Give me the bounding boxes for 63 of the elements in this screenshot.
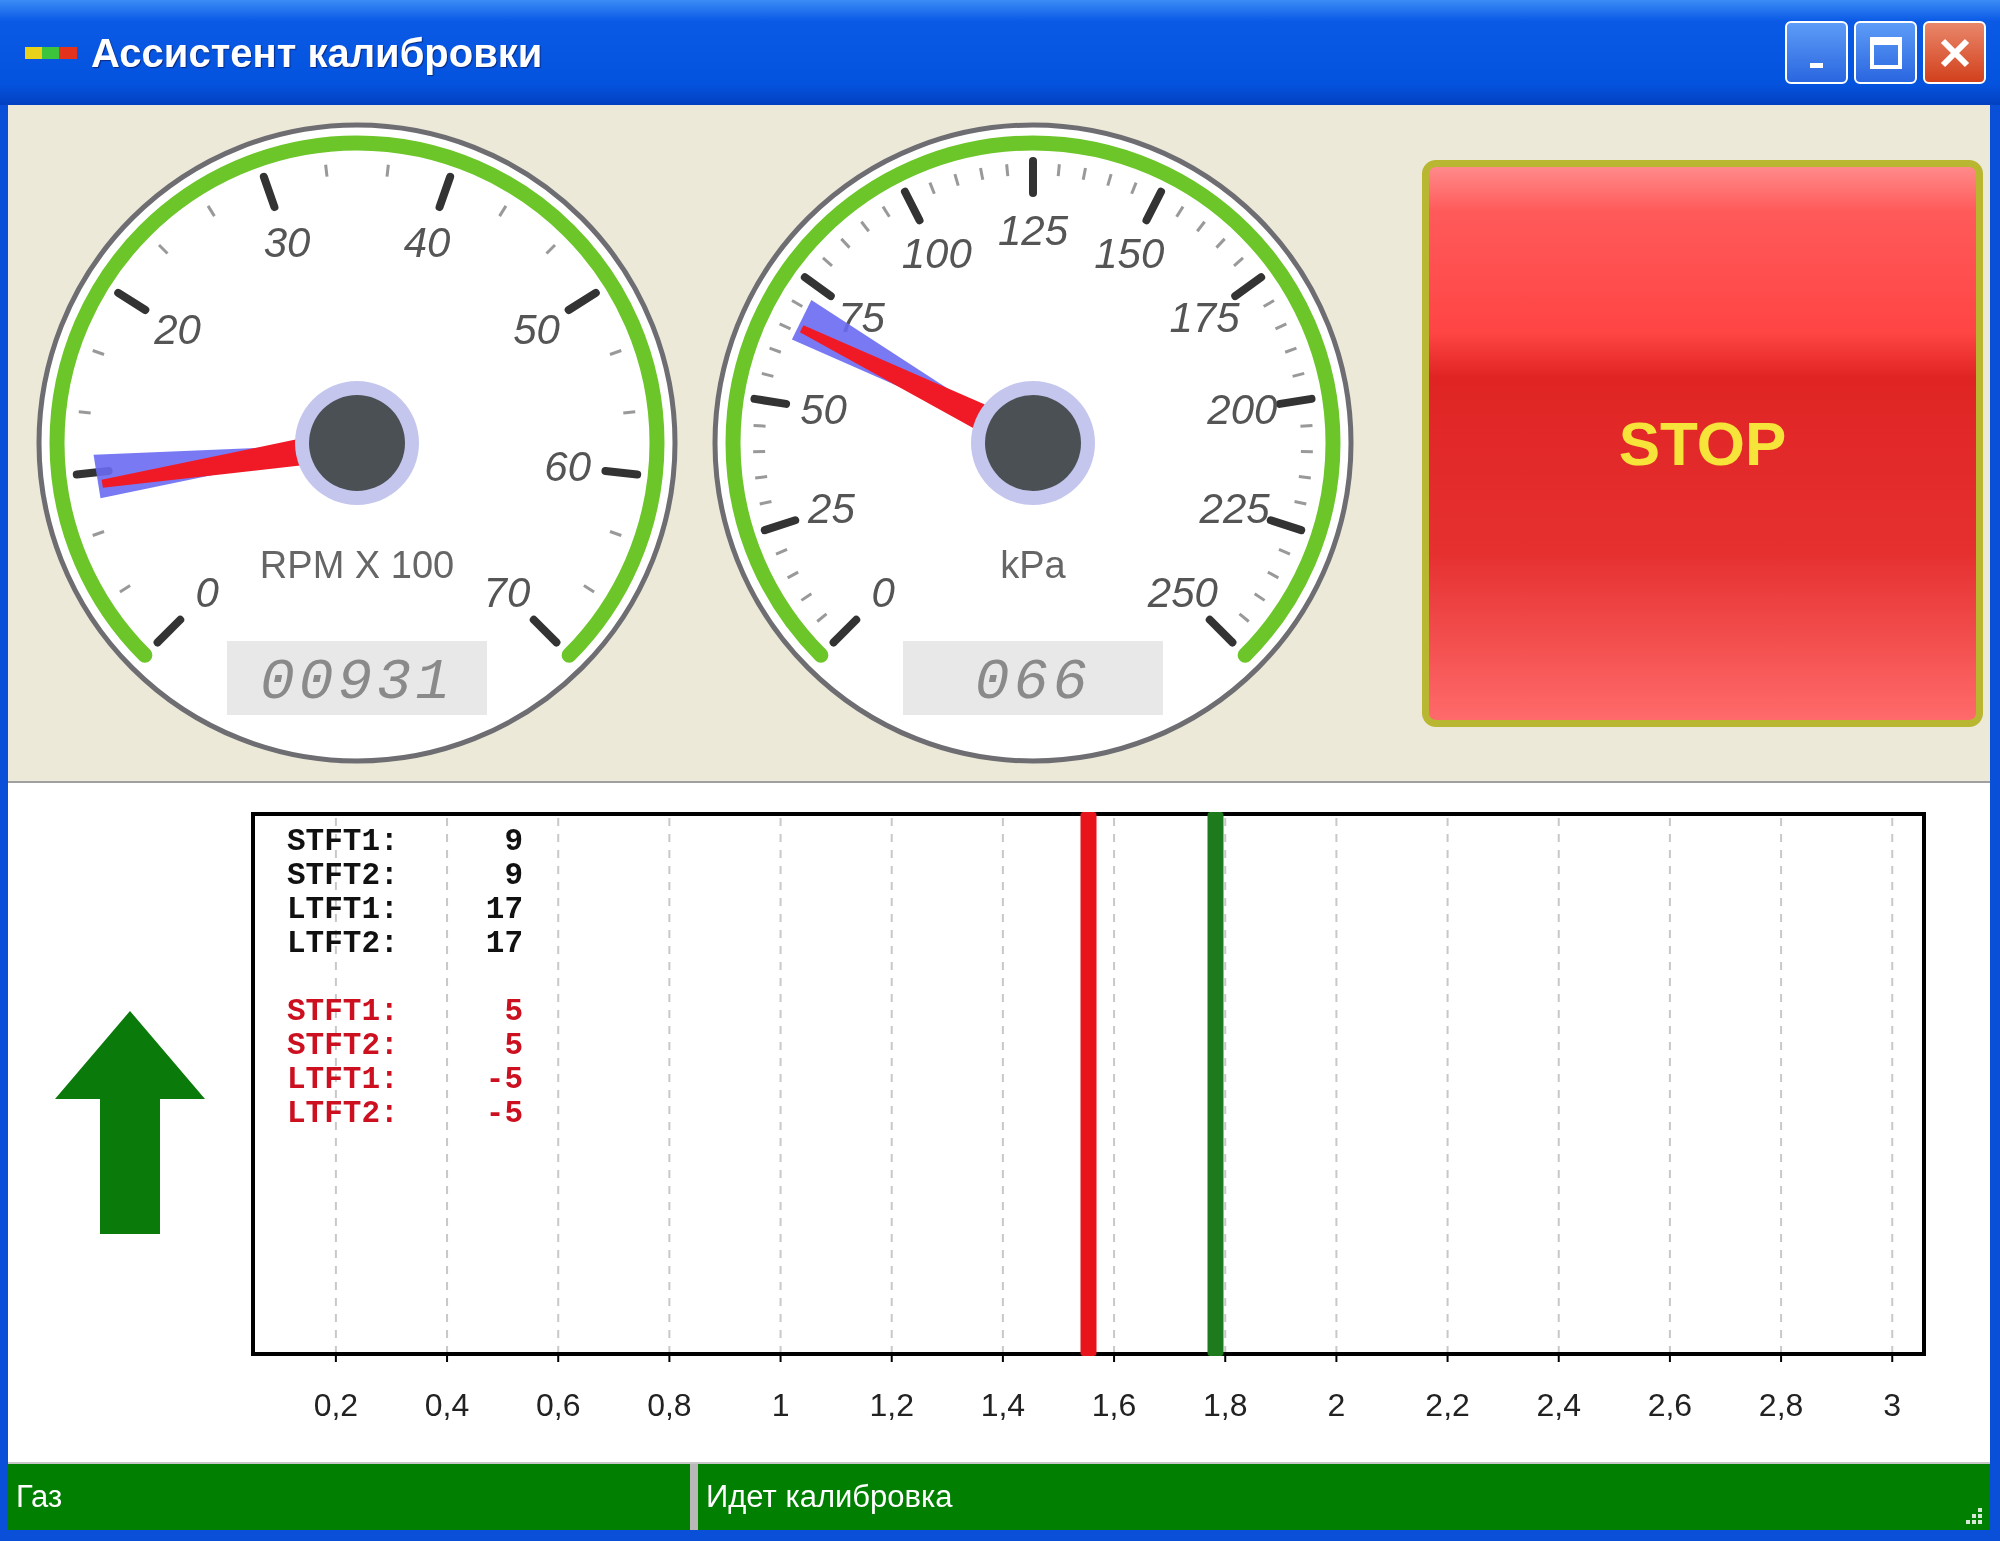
axis-label: 2 <box>1327 1387 1346 1423</box>
unit-label: kPa <box>1000 544 1066 586</box>
scale-label: 225 <box>1199 484 1270 532</box>
axis-label: 0,4 <box>424 1387 470 1423</box>
scale-label: 0 <box>871 568 895 616</box>
trim-value: 5 <box>503 1029 523 1063</box>
scale-label: 25 <box>808 484 855 532</box>
axis-label: 0,8 <box>647 1387 692 1423</box>
scale-label: 20 <box>154 306 201 354</box>
trim-label: STFT1: <box>287 825 400 859</box>
axis-label: 1,4 <box>980 1387 1026 1423</box>
scale-label: 40 <box>403 218 451 266</box>
scale-label: 0 <box>195 568 219 616</box>
axis-label: 1,6 <box>1091 1387 1137 1423</box>
window-title: Ассистент калибровки <box>91 29 543 77</box>
trim-value: 9 <box>503 859 523 893</box>
scale-label: 70 <box>483 568 531 616</box>
minimize-icon <box>1810 63 1823 68</box>
status-text: Идет калибровка <box>705 1477 954 1516</box>
trim-label: LTFT2: <box>287 1097 400 1131</box>
trim-value: 17 <box>484 927 523 961</box>
trim-value: 17 <box>484 893 523 927</box>
arrow-up-icon <box>54 1011 205 1234</box>
stop-button[interactable]: STOP <box>1422 159 1983 727</box>
trim-label: LTFT2: <box>287 927 400 961</box>
axis-label: 1,8 <box>1203 1387 1248 1423</box>
axis-label: 2,8 <box>1758 1387 1804 1423</box>
trim-label: LTFT1: <box>287 1063 400 1097</box>
axis-label: 1 <box>771 1387 790 1423</box>
axis-label: 2,6 <box>1647 1387 1693 1423</box>
scale-label: 50 <box>800 385 847 433</box>
axis-label: 2,2 <box>1425 1387 1470 1423</box>
trim-value: 5 <box>503 995 523 1029</box>
scale-label: 75 <box>838 294 885 342</box>
trim-value: -5 <box>484 1097 523 1131</box>
scale-label: 30 <box>263 218 311 266</box>
axis-label: 0,6 <box>536 1387 581 1423</box>
minimize-button[interactable] <box>1785 21 1848 84</box>
trim-label: STFT2: <box>287 859 400 893</box>
maximize-icon <box>1868 35 1903 70</box>
unit-label: RPM X 100 <box>259 544 455 586</box>
scale-label: 175 <box>1169 294 1240 342</box>
close-button[interactable] <box>1923 21 1986 84</box>
digital-readout: 00931 <box>227 641 487 715</box>
status-text: Газ <box>8 1464 698 1530</box>
scale-label: 200 <box>1207 385 1278 433</box>
trim-label: STFT1: <box>287 995 400 1029</box>
axis-label: 2,4 <box>1536 1387 1581 1423</box>
maximize-button[interactable] <box>1854 21 1917 84</box>
scale-label: 100 <box>901 230 972 278</box>
axis-label: 1,2 <box>869 1387 914 1423</box>
scale-label: 125 <box>997 207 1069 254</box>
digital-readout: 066 <box>903 641 1163 715</box>
axis-label: 3 <box>1883 1387 1902 1423</box>
scale-label: 150 <box>1094 230 1165 278</box>
scale-label: 60 <box>544 442 592 490</box>
trim-value: 9 <box>503 825 523 859</box>
scale-label: 50 <box>513 306 560 354</box>
scale-label: 250 <box>1147 568 1218 616</box>
axis-label: 0,2 <box>313 1387 359 1423</box>
trim-label: LTFT1: <box>287 893 400 927</box>
trim-label: STFT2: <box>287 1029 400 1063</box>
trim-value: -5 <box>484 1063 523 1097</box>
